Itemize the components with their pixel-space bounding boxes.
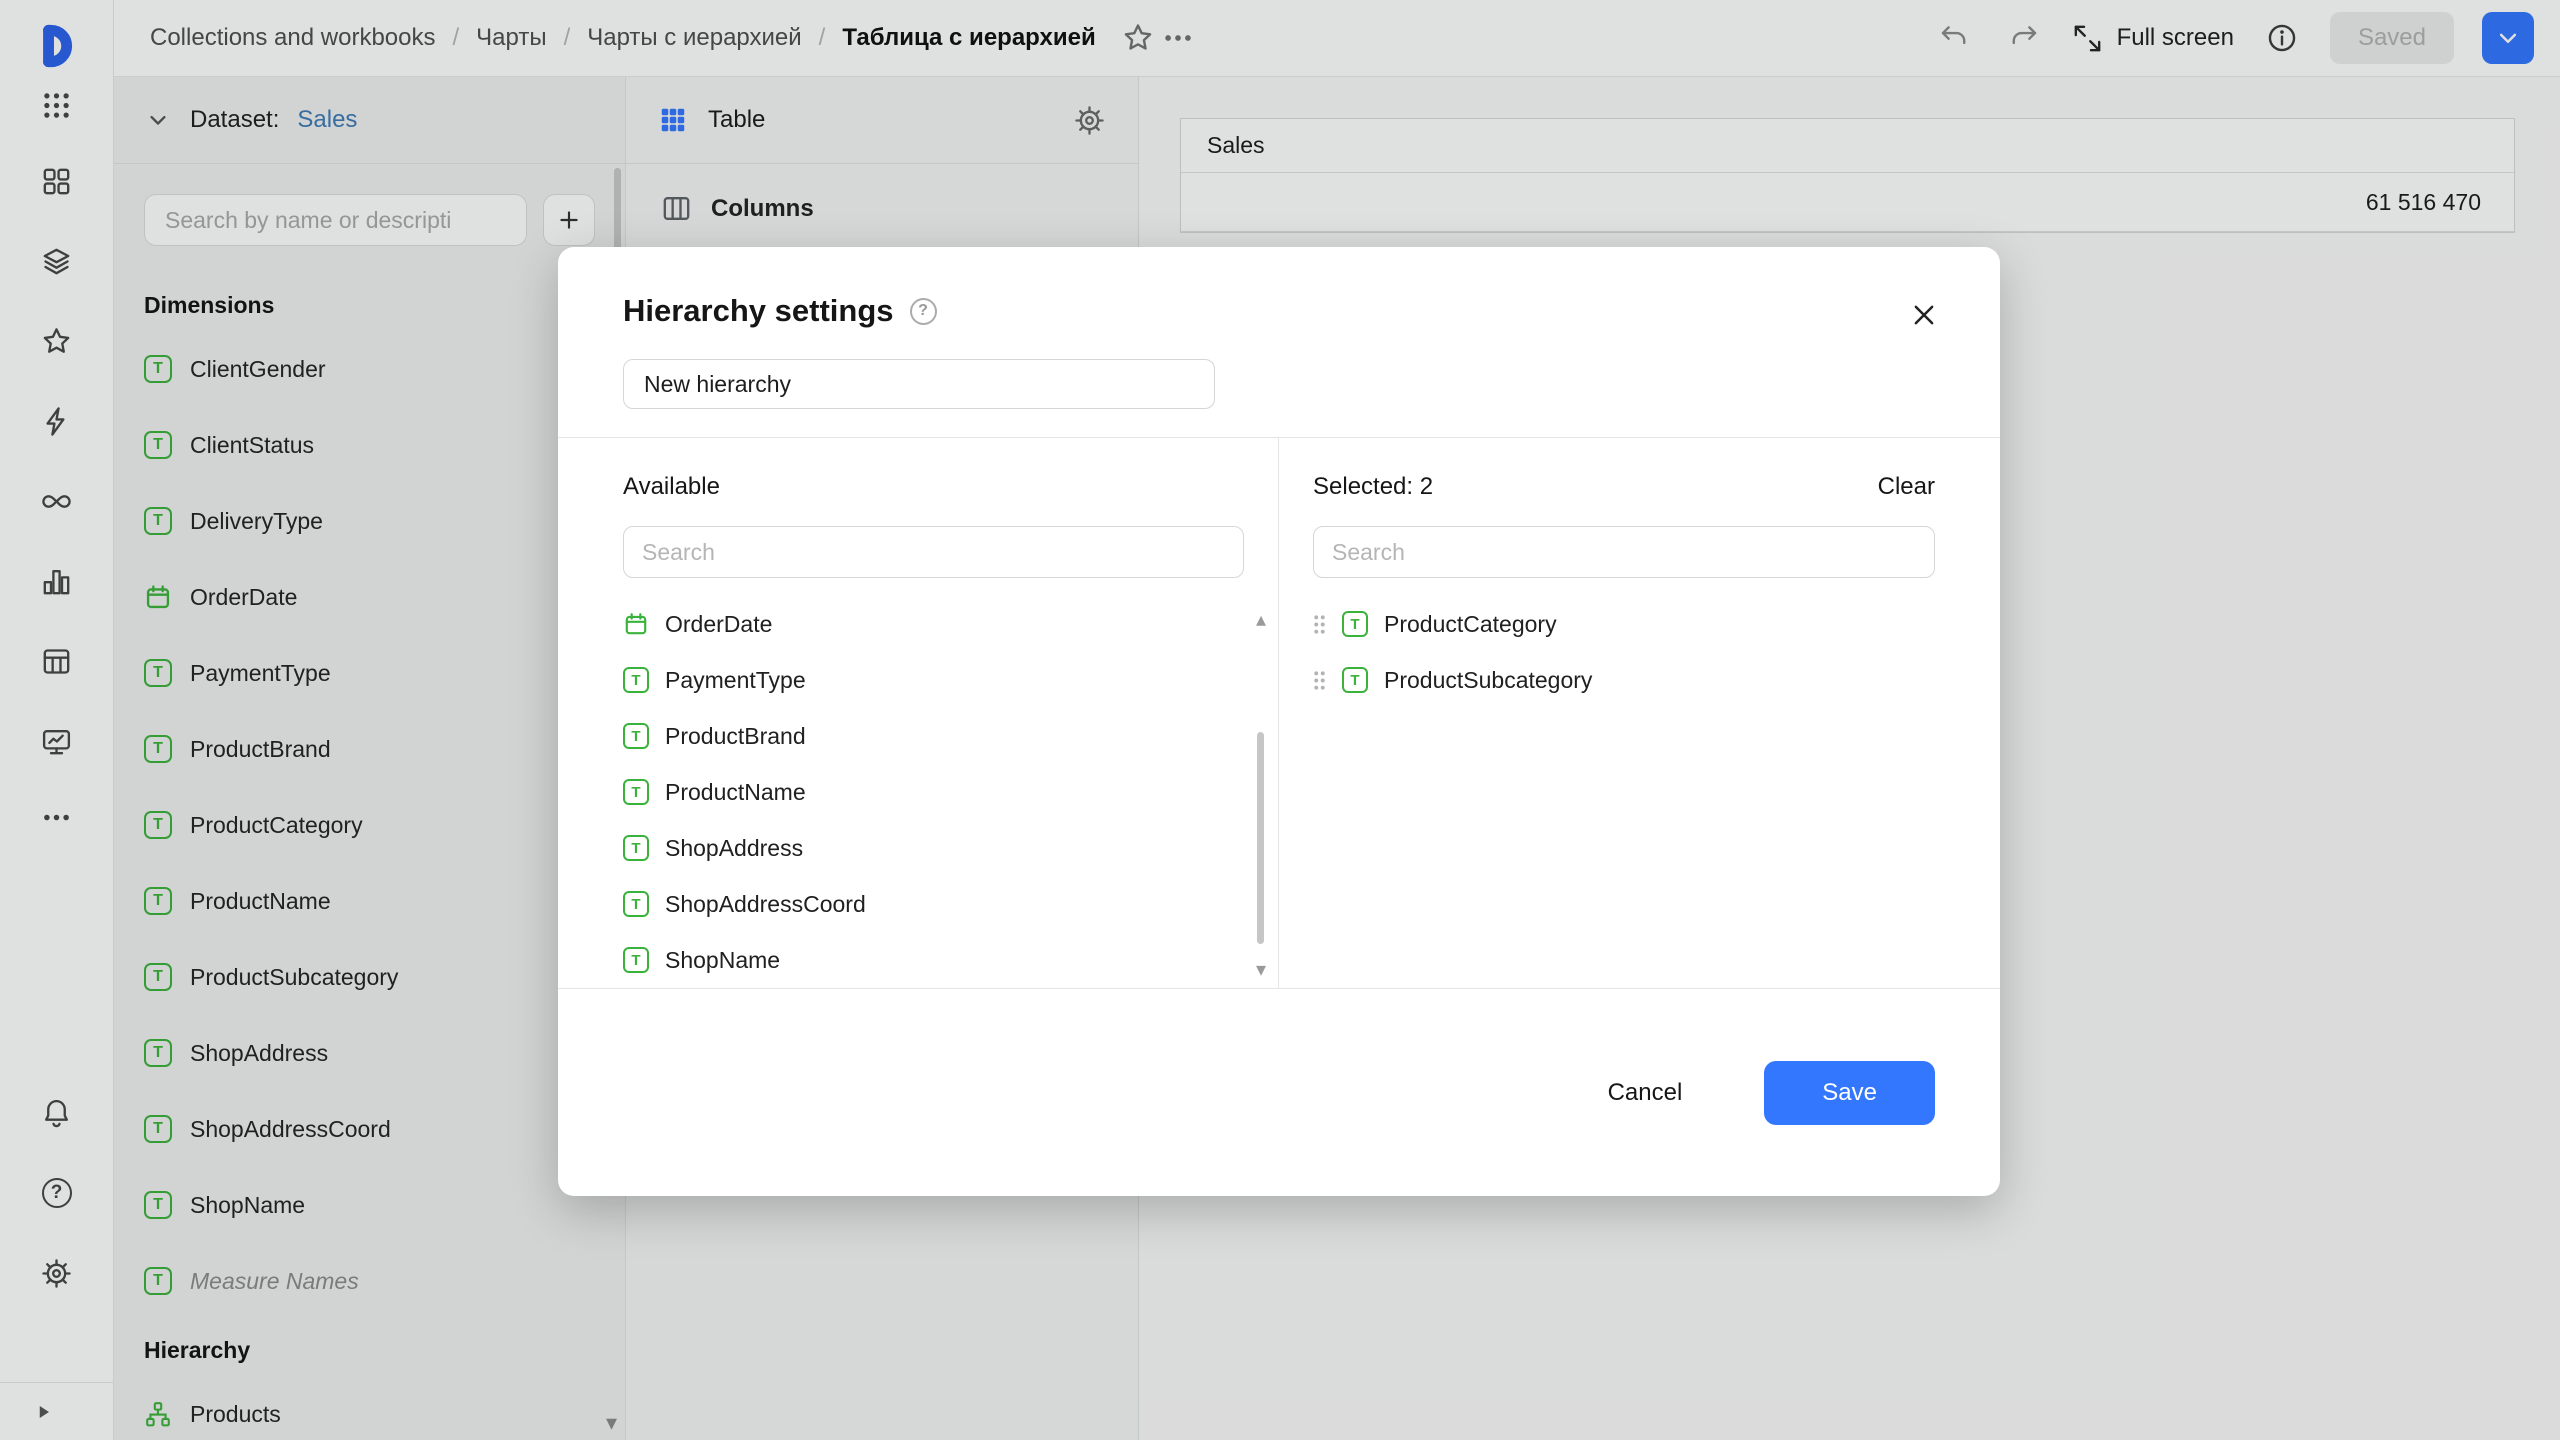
modal-footer: Cancel Save bbox=[558, 988, 2000, 1196]
list-scroll-up-icon[interactable]: ▴ bbox=[1256, 610, 1266, 630]
available-item[interactable]: ProductName bbox=[623, 764, 1244, 820]
available-item[interactable]: ShopAddress bbox=[623, 820, 1244, 876]
help-circle-icon[interactable] bbox=[910, 298, 937, 325]
drag-handle-icon[interactable] bbox=[1313, 670, 1326, 691]
field-label: ProductCategory bbox=[1384, 611, 1557, 638]
available-item[interactable]: ShopName bbox=[623, 932, 1244, 988]
available-item[interactable]: ProductBrand bbox=[623, 708, 1244, 764]
modal-header: Hierarchy settings bbox=[558, 247, 2000, 437]
string-field-icon bbox=[1342, 667, 1368, 693]
date-field-icon bbox=[623, 611, 649, 637]
selected-title: Selected: 2 bbox=[1313, 473, 1433, 501]
string-field-icon bbox=[623, 947, 649, 973]
list-scroll-down-icon[interactable]: ▾ bbox=[1256, 960, 1266, 980]
string-field-icon bbox=[623, 835, 649, 861]
close-icon[interactable] bbox=[1902, 293, 1946, 337]
hierarchy-name-input[interactable] bbox=[623, 359, 1215, 409]
field-label: ShopAddress bbox=[665, 835, 803, 862]
app-root: Collections and workbooks / Чарты / Чарт… bbox=[0, 0, 2560, 1440]
drag-handle-icon[interactable] bbox=[1313, 614, 1326, 635]
field-label: ProductSubcategory bbox=[1384, 667, 1592, 694]
field-label: ShopAddressCoord bbox=[665, 891, 866, 918]
field-label: ShopName bbox=[665, 947, 780, 974]
string-field-icon bbox=[623, 723, 649, 749]
available-item[interactable]: ShopAddressCoord bbox=[623, 876, 1244, 932]
cancel-button[interactable]: Cancel bbox=[1566, 1061, 1725, 1125]
save-button[interactable]: Save bbox=[1764, 1061, 1935, 1125]
field-label: ProductBrand bbox=[665, 723, 806, 750]
selected-item[interactable]: ProductCategory bbox=[1313, 596, 1935, 652]
field-label: PaymentType bbox=[665, 667, 806, 694]
string-field-icon bbox=[623, 891, 649, 917]
available-search-input[interactable] bbox=[623, 526, 1244, 578]
string-field-icon bbox=[623, 667, 649, 693]
selected-column: Selected: 2 Clear ProductCategory Produc… bbox=[1279, 438, 2000, 988]
list-scrollbar-thumb[interactable] bbox=[1257, 732, 1264, 944]
hierarchy-settings-modal: Hierarchy settings Available OrderDate bbox=[558, 247, 2000, 1196]
field-label: ProductName bbox=[665, 779, 806, 806]
modal-body: Available OrderDate PaymentType ProductB… bbox=[558, 438, 2000, 988]
clear-button[interactable]: Clear bbox=[1878, 473, 1935, 501]
selected-item[interactable]: ProductSubcategory bbox=[1313, 652, 1935, 708]
selected-search-input[interactable] bbox=[1313, 526, 1935, 578]
available-item[interactable]: OrderDate bbox=[623, 596, 1244, 652]
available-column: Available OrderDate PaymentType ProductB… bbox=[558, 438, 1279, 988]
available-list: OrderDate PaymentType ProductBrand Produ… bbox=[623, 596, 1244, 988]
modal-title: Hierarchy settings bbox=[623, 293, 894, 329]
available-title: Available bbox=[623, 473, 720, 501]
string-field-icon bbox=[623, 779, 649, 805]
selected-list: ProductCategory ProductSubcategory bbox=[1313, 596, 1935, 708]
string-field-icon bbox=[1342, 611, 1368, 637]
available-item[interactable]: PaymentType bbox=[623, 652, 1244, 708]
field-label: OrderDate bbox=[665, 611, 772, 638]
